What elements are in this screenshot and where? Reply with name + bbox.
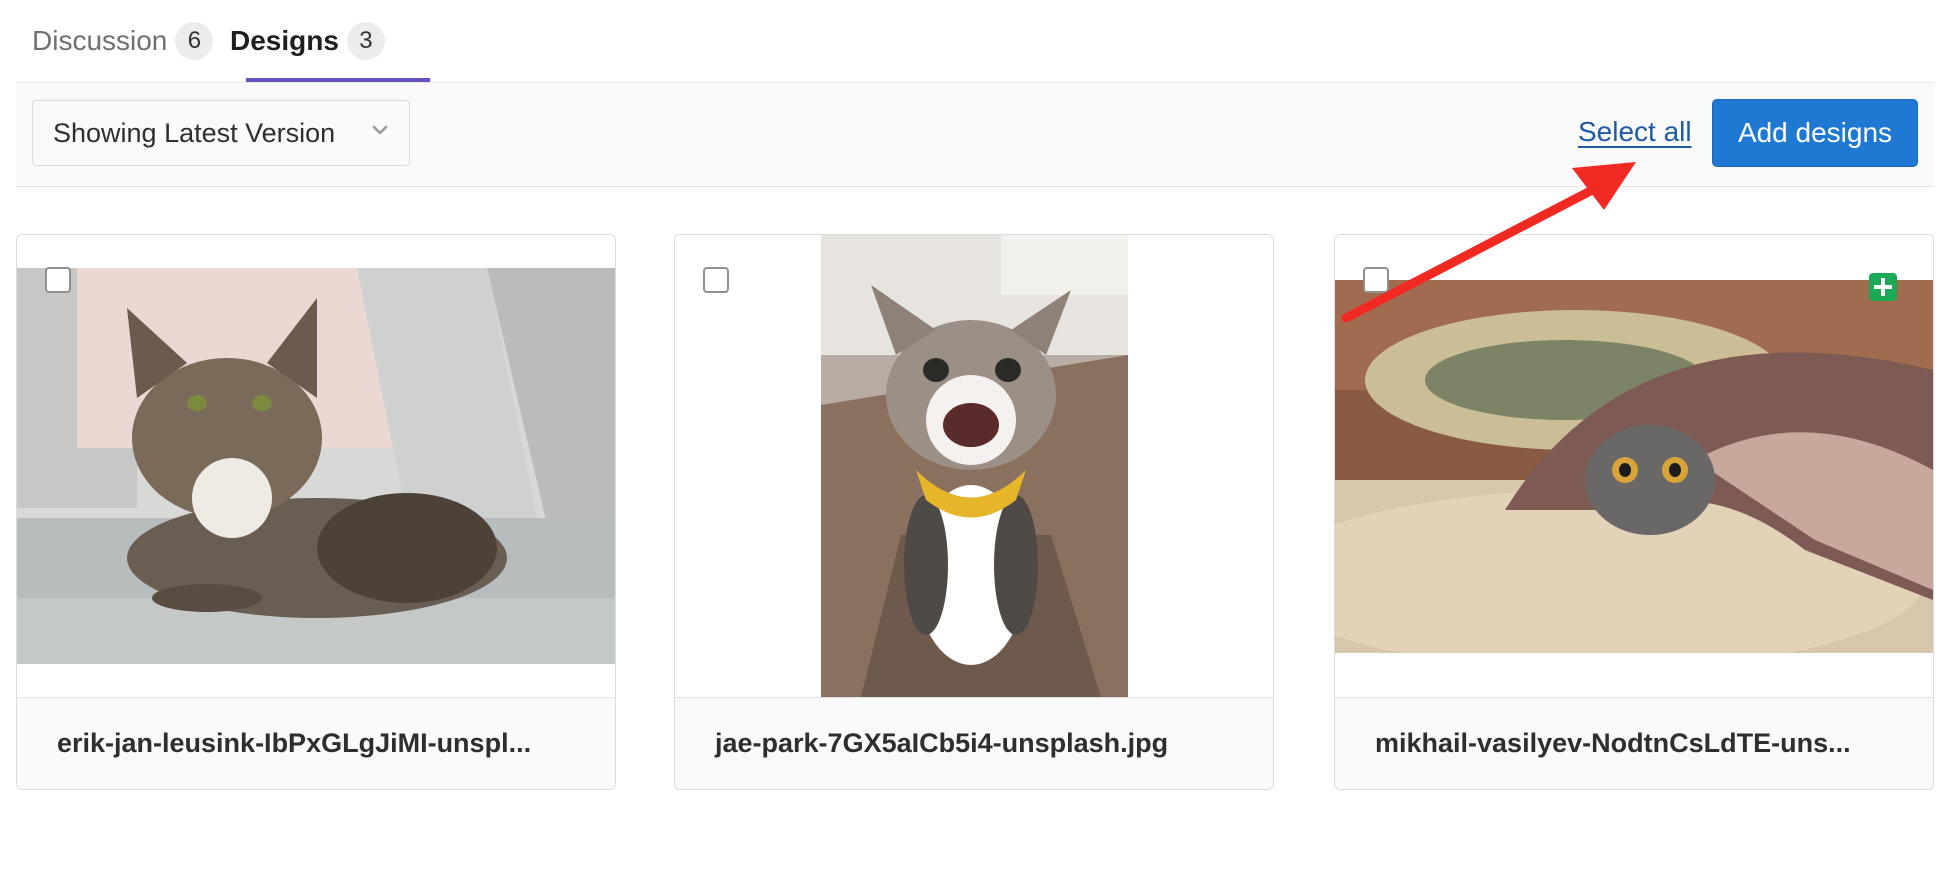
design-filename: mikhail-vasilyev-NodtnCsLdTE-uns... — [1335, 697, 1933, 789]
design-thumbnail[interactable] — [17, 235, 615, 697]
designs-toolbar: Showing Latest Version Select all Add de… — [16, 84, 1934, 187]
active-tab-indicator — [246, 78, 430, 82]
issue-tabs: Discussion 6 Designs 3 — [16, 0, 1934, 83]
design-filename: jae-park-7GX5aICb5i4-unsplash.jpg — [675, 697, 1273, 789]
design-select-checkbox[interactable] — [1363, 267, 1389, 293]
tab-designs-label: Designs — [230, 25, 339, 56]
version-dropdown-label: Showing Latest Version — [53, 117, 336, 148]
tab-designs-count: 3 — [346, 22, 385, 60]
design-card[interactable]: erik-jan-leusink-IbPxGLgJiMI-unspl... — [16, 234, 616, 790]
smiling-cat-image — [821, 235, 1128, 697]
tabby-cat-image — [17, 268, 615, 664]
design-thumbnail[interactable] — [1335, 235, 1933, 697]
chevron-down-icon — [372, 125, 388, 135]
tab-discussion-label: Discussion — [32, 25, 168, 56]
tab-discussion[interactable]: Discussion 6 — [32, 0, 214, 82]
version-dropdown[interactable]: Showing Latest Version — [32, 100, 410, 166]
design-card[interactable]: jae-park-7GX5aICb5i4-unsplash.jpg — [674, 234, 1274, 790]
select-all-link[interactable]: Select all — [1578, 116, 1692, 148]
design-filename: erik-jan-leusink-IbPxGLgJiMI-unspl... — [17, 697, 615, 789]
plus-square-icon — [1869, 273, 1897, 301]
tab-discussion-count: 6 — [175, 22, 214, 60]
design-select-checkbox[interactable] — [45, 267, 71, 293]
cat-under-blanket-image — [1335, 280, 1933, 653]
add-designs-button[interactable]: Add designs — [1712, 99, 1918, 167]
tab-designs[interactable]: Designs 3 — [230, 0, 385, 82]
design-thumbnail[interactable] — [675, 235, 1273, 697]
design-select-checkbox[interactable] — [703, 267, 729, 293]
design-card[interactable]: mikhail-vasilyev-NodtnCsLdTE-uns... — [1334, 234, 1934, 790]
